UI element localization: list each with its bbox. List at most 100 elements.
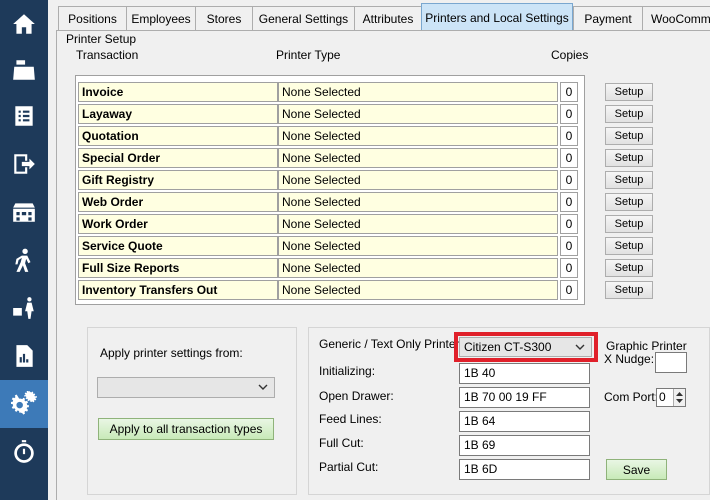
transaction-name: Layaway	[78, 104, 278, 124]
setup-button-special-order[interactable]: Setup	[605, 149, 653, 167]
building-icon	[13, 203, 35, 222]
tab-printers-local-settings[interactable]: Printers and Local Settings	[421, 3, 573, 31]
setup-button-inventory-transfers-out[interactable]: Setup	[605, 281, 653, 299]
exit-icon	[14, 154, 35, 174]
copies-cell[interactable]: 0	[560, 280, 578, 300]
feed-lines-label: Feed Lines:	[319, 412, 382, 426]
printer-type-cell[interactable]: None Selected	[278, 280, 558, 300]
com-port-spinner[interactable]	[673, 389, 685, 406]
tab-stores[interactable]: Stores	[195, 6, 253, 30]
gears-icon	[11, 391, 37, 415]
apply-settings-label: Apply printer settings from:	[100, 346, 243, 360]
printer-type-cell[interactable]: None Selected	[278, 126, 558, 146]
transaction-name: Special Order	[78, 148, 278, 168]
apply-all-button[interactable]: Apply to all transaction types	[98, 418, 274, 440]
partial-cut-field[interactable]: 1B 6D	[459, 459, 590, 480]
printer-type-cell[interactable]: None Selected	[278, 82, 558, 102]
copies-cell[interactable]: 0	[560, 192, 578, 212]
sidebar-item-home[interactable]	[0, 0, 48, 48]
chevron-down-icon	[575, 344, 585, 350]
save-button[interactable]: Save	[606, 459, 667, 480]
tab-general-settings[interactable]: General Settings	[252, 6, 355, 30]
setup-button-work-order[interactable]: Setup	[605, 215, 653, 233]
printer-setup-title: Printer Setup	[66, 32, 137, 46]
copies-cell[interactable]: 0	[560, 82, 578, 102]
initializing-field[interactable]: 1B 40	[459, 363, 590, 384]
tab-employees[interactable]: Employees	[126, 6, 196, 30]
sidebar-item-customers[interactable]	[0, 236, 48, 284]
setup-button-layaway[interactable]: Setup	[605, 105, 653, 123]
transaction-name: Gift Registry	[78, 170, 278, 190]
transaction-name: Work Order	[78, 214, 278, 234]
generic-printer-select[interactable]: Citizen CT-S300	[459, 337, 592, 357]
apply-settings-select[interactable]	[97, 377, 275, 398]
setup-button-full-size-reports[interactable]: Setup	[605, 259, 653, 277]
feed-lines-field[interactable]: 1B 64	[459, 411, 590, 432]
printer-type-cell[interactable]: None Selected	[278, 104, 558, 124]
x-nudge-field[interactable]	[655, 352, 687, 373]
sidebar	[0, 0, 48, 500]
chevron-down-icon[interactable]	[676, 399, 683, 404]
setup-button-web-order[interactable]: Setup	[605, 193, 653, 211]
com-port-label: Com Port:	[604, 390, 659, 404]
transaction-name: Service Quote	[78, 236, 278, 256]
table-row: Full Size Reports None Selected 0	[78, 258, 582, 278]
chevron-down-icon	[258, 384, 268, 390]
sidebar-item-exit[interactable]	[0, 140, 48, 188]
tab-attributes[interactable]: Attributes	[354, 6, 422, 30]
printer-type-cell[interactable]: None Selected	[278, 148, 558, 168]
com-port-stepper[interactable]: 0	[656, 388, 686, 407]
transaction-printer-grid: Invoice None Selected 0 Layaway None Sel…	[75, 75, 585, 305]
transaction-name: Invoice	[78, 82, 278, 102]
x-nudge-label: X Nudge:	[604, 352, 655, 366]
tab-positions[interactable]: Positions	[58, 6, 127, 30]
table-row: Layaway None Selected 0	[78, 104, 582, 124]
sidebar-item-settings[interactable]	[0, 380, 48, 428]
cash-register-icon	[13, 60, 35, 80]
setup-button-gift-registry[interactable]: Setup	[605, 171, 653, 189]
sidebar-item-timeclock[interactable]	[0, 428, 48, 476]
home-icon	[13, 14, 35, 34]
transaction-name: Full Size Reports	[78, 258, 278, 278]
printer-type-cell[interactable]: None Selected	[278, 236, 558, 256]
transaction-name: Web Order	[78, 192, 278, 212]
full-cut-field[interactable]: 1B 69	[459, 435, 590, 456]
copies-cell[interactable]: 0	[560, 214, 578, 234]
transaction-name: Inventory Transfers Out	[78, 280, 278, 300]
delivery-icon	[13, 297, 34, 319]
printer-type-cell[interactable]: None Selected	[278, 258, 558, 278]
table-row: Special Order None Selected 0	[78, 148, 582, 168]
sidebar-item-reports[interactable]	[0, 332, 48, 380]
copies-cell[interactable]: 0	[560, 126, 578, 146]
table-row: Inventory Transfers Out None Selected 0	[78, 280, 582, 300]
full-cut-label: Full Cut:	[319, 436, 364, 450]
chevron-up-icon[interactable]	[676, 391, 683, 396]
printer-type-cell[interactable]: None Selected	[278, 214, 558, 234]
printer-type-cell[interactable]: None Selected	[278, 170, 558, 190]
table-row: Quotation None Selected 0	[78, 126, 582, 146]
column-header-transaction: Transaction	[76, 48, 139, 62]
transaction-name: Quotation	[78, 126, 278, 146]
tab-woocommerce[interactable]: WooComme	[642, 6, 710, 30]
open-drawer-field[interactable]: 1B 70 00 19 FF	[459, 387, 590, 408]
report-icon	[16, 345, 33, 367]
copies-cell[interactable]: 0	[560, 170, 578, 190]
initializing-label: Initializing:	[319, 364, 376, 378]
table-row: Invoice None Selected 0	[78, 82, 582, 102]
column-header-copies: Copies	[551, 48, 589, 62]
generic-printer-select-value: Citizen CT-S300	[464, 340, 552, 354]
copies-cell[interactable]: 0	[560, 236, 578, 256]
column-header-printer-type: Printer Type	[276, 48, 341, 62]
copies-cell[interactable]: 0	[560, 104, 578, 124]
printer-type-cell[interactable]: None Selected	[278, 192, 558, 212]
sidebar-item-register[interactable]	[0, 46, 48, 94]
copies-cell[interactable]: 0	[560, 258, 578, 278]
sidebar-item-receipts[interactable]	[0, 92, 48, 140]
setup-button-invoice[interactable]: Setup	[605, 83, 653, 101]
setup-button-service-quote[interactable]: Setup	[605, 237, 653, 255]
setup-button-quotation[interactable]: Setup	[605, 127, 653, 145]
copies-cell[interactable]: 0	[560, 148, 578, 168]
sidebar-item-stores[interactable]	[0, 188, 48, 236]
tab-payment[interactable]: Payment	[573, 6, 643, 30]
sidebar-item-delivery[interactable]	[0, 284, 48, 332]
